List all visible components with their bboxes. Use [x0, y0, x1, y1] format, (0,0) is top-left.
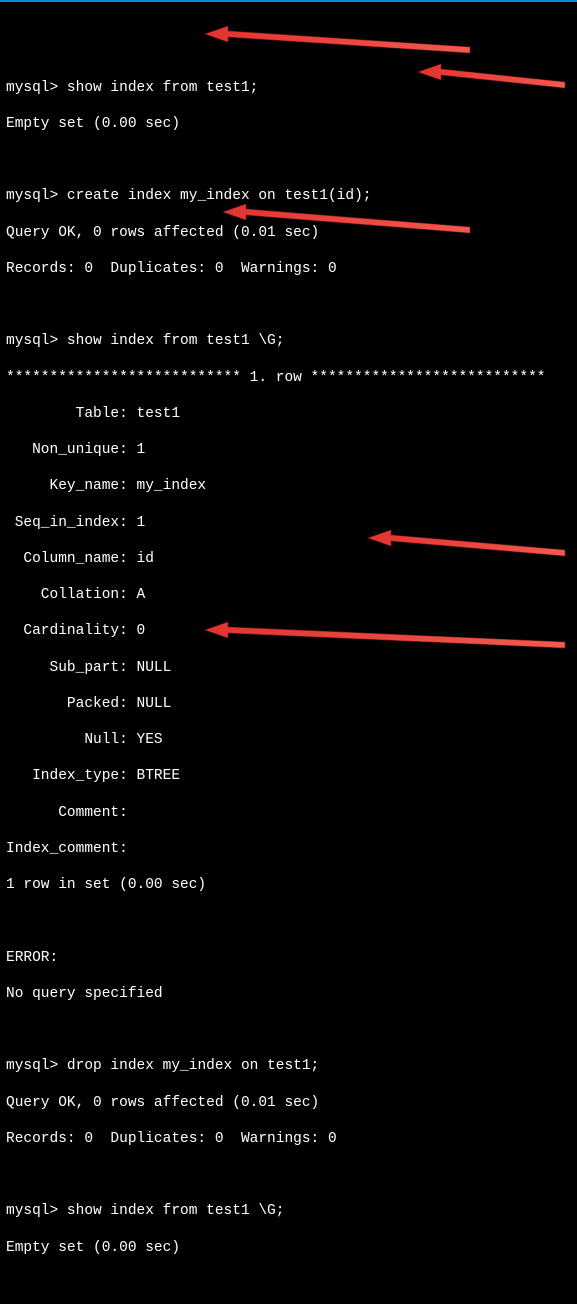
blank	[6, 1166, 571, 1184]
output-4b: Records: 0 Duplicates: 0 Warnings: 0	[6, 1130, 571, 1148]
blank	[6, 296, 571, 314]
result-footer: 1 row in set (0.00 sec)	[6, 876, 571, 894]
result-row: Collation: A	[6, 586, 571, 604]
output-2b: Records: 0 Duplicates: 0 Warnings: 0	[6, 260, 571, 278]
result-row: Sub_part: NULL	[6, 659, 571, 677]
prompt-line-5[interactable]: mysql> show index from test1 \G;	[6, 1202, 571, 1220]
prompt: mysql>	[6, 188, 58, 204]
command-5: show index from test1 \G;	[67, 1203, 285, 1219]
result-row: Seq_in_index: 1	[6, 514, 571, 532]
output-4a: Query OK, 0 rows affected (0.01 sec)	[6, 1094, 571, 1112]
result-row: Table: test1	[6, 405, 571, 423]
result-row: Key_name: my_index	[6, 477, 571, 495]
command-3: show index from test1 \G;	[67, 333, 285, 349]
prompt: mysql>	[6, 1203, 58, 1219]
prompt: mysql>	[6, 1058, 58, 1074]
prompt-line-3[interactable]: mysql> show index from test1 \G;	[6, 332, 571, 350]
command-1: show index from test1;	[67, 80, 258, 96]
error-label: ERROR:	[6, 949, 571, 967]
blank	[6, 151, 571, 169]
blank	[6, 1021, 571, 1039]
result-row: Index_comment:	[6, 840, 571, 858]
result-row: Comment:	[6, 804, 571, 822]
arrow-icon	[205, 26, 470, 53]
output-5: Empty set (0.00 sec)	[6, 1239, 571, 1257]
error-msg: No query specified	[6, 985, 571, 1003]
prompt-line-1[interactable]: mysql> show index from test1;	[6, 79, 571, 97]
result-row: Column_name: id	[6, 550, 571, 568]
command-4: drop index my_index on test1;	[67, 1058, 319, 1074]
result-row: Non_unique: 1	[6, 441, 571, 459]
output-1: Empty set (0.00 sec)	[6, 115, 571, 133]
prompt: mysql>	[6, 333, 58, 349]
prompt-line-2[interactable]: mysql> create index my_index on test1(id…	[6, 187, 571, 205]
command-2: create index my_index on test1(id);	[67, 188, 372, 204]
result-row: Index_type: BTREE	[6, 767, 571, 785]
prompt-line-4[interactable]: mysql> drop index my_index on test1;	[6, 1057, 571, 1075]
result-header: *************************** 1. row *****…	[6, 369, 571, 387]
result-row: Cardinality: 0	[6, 622, 571, 640]
result-row: Packed: NULL	[6, 695, 571, 713]
output-2a: Query OK, 0 rows affected (0.01 sec)	[6, 224, 571, 242]
blank	[6, 912, 571, 930]
prompt: mysql>	[6, 80, 58, 96]
result-row: Null: YES	[6, 731, 571, 749]
